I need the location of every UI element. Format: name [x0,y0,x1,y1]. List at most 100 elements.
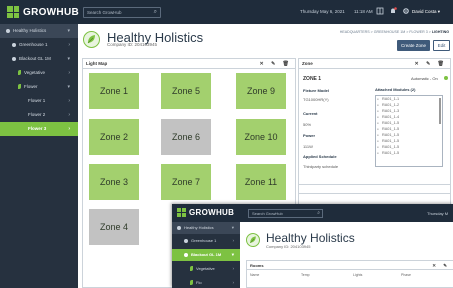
chevron-down-icon: ▾ [67,56,70,62]
sidebar-item-label: Flo [196,280,202,285]
front-app-window: GROWHUB Search GrowHub ⌕ Thursday M Heal… [172,204,453,288]
chevron-right-icon: › [68,42,70,48]
rooms-panel: Rooms ✕ ✎ Name Temp Lights Phase [246,260,453,288]
front-sidebar-item-greenhouse-1[interactable]: Greenhouse 1 › [172,235,240,247]
layout-icon[interactable] [376,7,384,15]
search-input[interactable]: Search GrowHub ⌕ [83,7,161,18]
front-current-date: Thursday M [427,211,449,216]
zone-tile-7[interactable]: Zone 7 [161,164,211,200]
greenhouse-icon [12,42,16,47]
sidebar-item-vegetative[interactable]: Vegetative › [0,66,78,80]
zone-tile-2[interactable]: Zone 2 [89,119,139,155]
schedule-label: Applied Schedule [303,154,337,159]
front-sidebar-item-vegetative[interactable]: Vegetative › [172,263,240,275]
create-zone-button[interactable]: Create Zone [397,40,430,51]
rooms-tools[interactable]: ✕ ✎ [432,261,450,270]
zone-tile-3[interactable]: Zone 3 [89,164,139,200]
settings-gear-icon[interactable] [402,7,410,15]
chevron-right-icon: › [68,112,70,118]
front-sidebar-item-blackout[interactable]: Blackout GL 1M ▾ [172,249,240,261]
chevron-right-icon: › [68,126,70,132]
leaf-icon [18,70,21,76]
front-company-id: Company ID: 204103945 [266,244,311,249]
chevron-right-icon: › [232,266,235,271]
fixture-model-value: TG1000HR(Y) [303,97,329,102]
sidebar-item-flower[interactable]: Flower ▾ [0,80,78,94]
chevron-right-icon: › [68,98,70,104]
chevron-right-icon: › [232,280,235,285]
column-name[interactable]: Name [250,273,259,277]
chevron-right-icon: › [232,238,235,243]
front-company-name: Healthy Holistics [266,231,355,245]
notification-bell-icon[interactable] [389,7,397,15]
sidebar-item-label: Flower 1 [28,98,46,103]
module-list-scrollbar[interactable] [439,98,441,124]
zone-panel-tools[interactable]: ✕ ✎ 🗑 [414,59,447,69]
chevron-down-icon: ▾ [231,225,234,230]
light-map-tools[interactable]: ✕ ✎ 🗑 [259,59,292,69]
zone-tile-5[interactable]: Zone 5 [161,73,211,109]
zone-section-divider [299,193,450,202]
sidebar-item-healthy-holistics[interactable]: Healthy Holistics ▾ [0,24,78,38]
chevron-down-icon: ▾ [67,84,70,90]
flower-icon [190,280,193,286]
leaf-logo-icon [250,236,256,243]
front-sidebar-item-healthy-holistics[interactable]: Healthy Holistics ▾ [172,222,240,234]
light-map-header: Light Map ✕ ✎ 🗑 [83,59,295,69]
attached-modules-label: Attached Modules (2) [375,87,416,92]
rooms-title: Rooms [250,263,264,268]
front-sidebar-item-flower[interactable]: Flo › [172,277,240,288]
breadcrumb: HEADQUARTERS > GREENHOUSE 1M > FLOWER 3 … [340,30,449,34]
sidebar-item-label: Blackout GL 1M [19,56,51,61]
rooms-column-headers: Name Temp Lights Phase [247,270,453,279]
edit-button[interactable]: Edit [433,40,450,51]
zone-tile-11[interactable]: Zone 11 [236,164,286,200]
current-label: Current [303,111,318,116]
attached-modules-list[interactable]: RA01_1-1 RA01_1-2 RA01_1-3 RA01_1-4 RA01… [375,95,443,167]
brand-name: GROWHUB [23,6,79,18]
rooms-header: Rooms ✕ ✎ [247,261,453,270]
company-id: Company ID: 204103945 [107,42,158,47]
sidebar-item-label: Vegetative [196,266,215,271]
power-value: 111W [303,144,313,149]
zone-tile-9[interactable]: Zone 9 [236,73,286,109]
module-item[interactable]: RA01_1-5 [376,150,442,156]
zone-tile-4[interactable]: Zone 4 [89,209,139,245]
user-menu[interactable]: David Costa ▾ [412,9,440,15]
sidebar-item-label: Greenhouse 1 [19,42,48,47]
search-placeholder: Search GrowHub [87,10,122,15]
current-value: 50% [303,122,312,127]
zone-tile-1[interactable]: Zone 1 [89,73,139,109]
search-icon: ⌕ [153,9,157,15]
zone-mode: Automatic - On [411,76,438,81]
current-time: 11:18 AM [354,9,373,14]
zone-tile-6[interactable]: Zone 6 [161,119,211,155]
zone-panel-header: Zone ✕ ✎ 🗑 [299,59,450,69]
schedule-value[interactable]: Thirdparty schedule [303,164,338,169]
zone-panel-title: Zone [302,61,313,66]
sidebar-item-flower-1[interactable]: Flower 1 › [0,94,78,108]
leaf-icon [190,266,193,272]
growhub-logo[interactable]: GROWHUB [7,6,79,18]
sidebar-item-flower-3[interactable]: Flower 3 › [0,122,78,136]
flower-icon [18,84,21,90]
top-bar: GROWHUB Search GrowHub ⌕ Thursday May 6,… [0,0,453,24]
chevron-down-icon: ▾ [67,28,70,34]
column-temp[interactable]: Temp [301,273,310,277]
chevron-right-icon: › [68,70,70,76]
sidebar-item-greenhouse-1[interactable]: Greenhouse 1 › [0,38,78,52]
zone-name: ZONE 1 [303,76,322,82]
greenhouse-icon [184,238,188,243]
breadcrumb-path[interactable]: HEADQUARTERS > GREENHOUSE 1M > FLOWER 3 … [340,30,432,34]
sidebar-item-label: Vegetative [24,70,46,75]
front-growhub-logo[interactable]: GROWHUB [177,208,234,217]
logo-mark-icon [7,6,19,18]
sidebar-item-blackout[interactable]: Blackout GL 1M ▾ [0,52,78,66]
front-sidebar: Healthy Holistics ▾ Greenhouse 1 › Blackou… [172,222,240,288]
front-search-input[interactable]: Search GrowHub ⌕ [248,209,323,218]
sidebar-item-flower-2[interactable]: Flower 2 › [0,108,78,122]
company-logo [83,31,100,48]
column-phase[interactable]: Phase [401,273,411,277]
zone-tile-10[interactable]: Zone 10 [236,119,286,155]
column-lights[interactable]: Lights [353,273,362,277]
